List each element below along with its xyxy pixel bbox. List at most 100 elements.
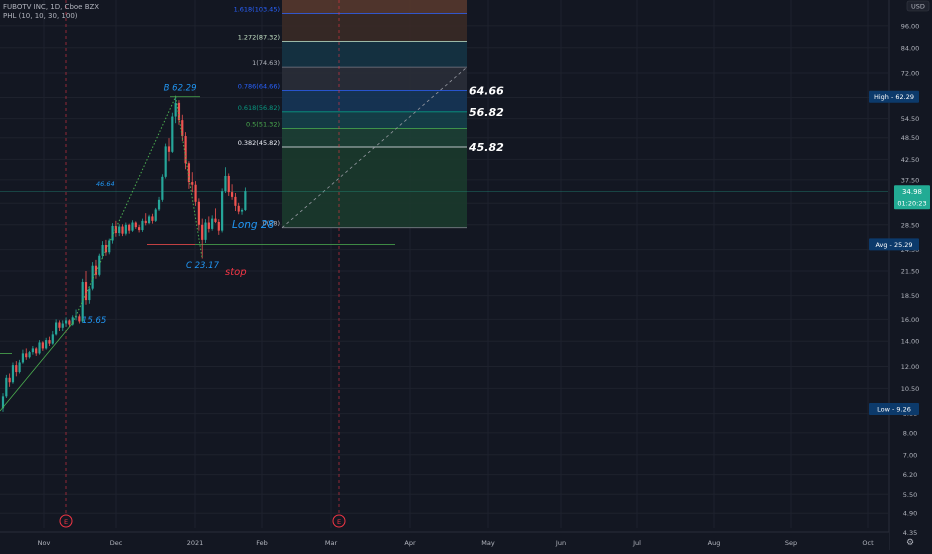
avg-badge: Avg - 25.29	[869, 238, 919, 251]
candle-body	[227, 175, 230, 193]
candle-body	[214, 218, 217, 222]
candle-body	[35, 348, 38, 354]
candle-body	[8, 377, 11, 383]
fib-zone	[282, 128, 467, 148]
time-tick-label: Mar	[325, 539, 338, 547]
candle-body	[197, 201, 200, 225]
time-tick-label: Jul	[632, 539, 641, 547]
point-b-label: B 62.29	[164, 84, 197, 94]
candle-body	[88, 288, 91, 301]
candle-body	[237, 205, 240, 212]
price-tick-label: 4.35	[903, 529, 917, 537]
price-tick-label: 96.00	[901, 22, 920, 30]
price-tick-label: 21.50	[901, 267, 920, 275]
candle-body	[221, 191, 224, 231]
fib-zone	[282, 90, 467, 112]
price-tick-label: 28.50	[901, 221, 920, 229]
last-price-text: 34.98	[902, 188, 922, 196]
currency-label: USD	[911, 3, 925, 11]
price-tick-label: 48.50	[901, 134, 920, 142]
time-tick-label: Nov	[38, 539, 51, 547]
candle	[221, 188, 224, 233]
candle-body	[124, 224, 127, 234]
candle-body	[64, 320, 68, 324]
earnings-marker-label: E	[337, 518, 341, 526]
candle	[91, 262, 94, 291]
candle-body	[191, 182, 194, 185]
candle-body	[147, 216, 151, 224]
candle-body	[207, 222, 210, 229]
fib-level-label: 0.618(56.82)	[238, 104, 280, 112]
candle-body	[194, 184, 197, 202]
fib-level-label: 0.5(51.32)	[246, 120, 280, 128]
candle-body	[211, 218, 214, 229]
price-tick-label: 10.50	[901, 385, 920, 393]
candle-body	[141, 220, 144, 231]
candle	[108, 238, 111, 255]
level-label: 46.64	[96, 180, 115, 188]
candle-body	[224, 175, 227, 192]
price-tick-label: 42.50	[901, 156, 920, 164]
price-tick-label: 54.50	[901, 115, 920, 123]
candle-body	[15, 365, 18, 373]
time-axis-bg	[0, 532, 889, 550]
avg-badge-text: Avg - 25.29	[875, 241, 912, 249]
last-price-badge: 34.98 01:20:23	[894, 185, 930, 210]
candle	[5, 374, 8, 399]
candle-body	[38, 342, 41, 354]
candle	[171, 112, 174, 153]
fib-level-label: 0.786(64.66)	[238, 83, 280, 91]
time-tick-label: Dec	[110, 539, 123, 547]
price-tick-label: 16.00	[901, 316, 920, 324]
candle-body	[244, 191, 247, 210]
fib-zone	[282, 41, 467, 68]
fib-level-label: 1.272(87.32)	[238, 33, 280, 41]
target-label: 64.66	[469, 85, 504, 98]
price-tick-label: 84.00	[901, 44, 920, 52]
fib-level-label: 0.382(45.82)	[238, 139, 280, 147]
candle-body	[134, 222, 137, 228]
fib-zone	[282, 147, 467, 228]
price-tick-label: 18.50	[901, 292, 920, 300]
high-badge-text: High - 62.29	[874, 93, 914, 101]
candle-body	[5, 377, 8, 397]
price-tick-label: 6.20	[903, 471, 917, 479]
candle-body	[11, 365, 15, 383]
candle-body	[61, 323, 64, 328]
chart-area[interactable]: 0(28) 0.382(45.82) 0.5(51.32) 0.618(56.82) 0…	[0, 0, 932, 550]
candle	[204, 219, 207, 244]
fib-level-label: 1(74.63)	[252, 59, 280, 67]
candle-body	[234, 196, 237, 206]
fib-zone	[282, 67, 467, 91]
price-tick-label: 7.00	[903, 451, 917, 459]
candle-body	[181, 120, 184, 137]
time-tick-label: 2021	[187, 539, 204, 547]
candle-body	[161, 176, 164, 200]
candle-body	[204, 222, 207, 240]
candle	[154, 207, 157, 222]
time-axis: Nov Dec 2021 Feb Mar Apr May Jun Jul Aug Sep Oct ⚙	[0, 531, 914, 550]
candle-body	[138, 227, 141, 231]
fib-zone	[282, 111, 467, 129]
fib-zone	[282, 13, 467, 42]
candle-body	[25, 353, 28, 358]
candle-body	[174, 102, 177, 117]
candle-body	[101, 244, 104, 256]
candle-body	[21, 353, 25, 363]
chart-title: FUBOTV INC, 1D, Cboe BZX	[3, 3, 100, 11]
low-badge-text: Low - 9.26	[877, 405, 911, 413]
candle-body	[164, 146, 167, 177]
candle-body	[41, 342, 44, 349]
candle-body	[167, 146, 171, 152]
price-tick-label: 12.00	[901, 363, 920, 371]
price-tick-label: 14.00	[901, 338, 920, 346]
candle-body	[18, 362, 21, 373]
candle-body	[31, 348, 34, 353]
candle-body	[94, 265, 98, 275]
indicator-label: PHL (10, 10, 30, 100)	[3, 12, 78, 20]
price-chart[interactable]: 0(28)0.382(45.82)0.5(51.32)0.618(56.82)0…	[0, 0, 932, 550]
candle-body	[78, 316, 81, 322]
price-axis: 4.354.905.506.207.008.009.0010.5012.0014…	[888, 0, 932, 550]
candle-body	[55, 322, 58, 335]
candle-body	[68, 320, 71, 325]
